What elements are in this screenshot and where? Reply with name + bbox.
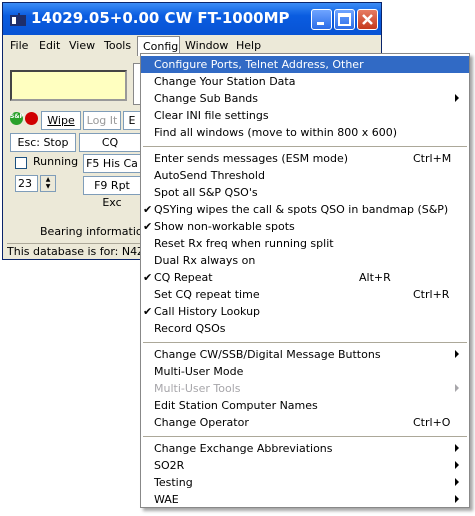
edit-button[interactable]: E bbox=[123, 111, 141, 130]
menu-item-change-message-buttons[interactable]: Change CW/SSB/Digital Message Buttons bbox=[141, 346, 469, 363]
f9-rpt-exch-button[interactable]: F9 Rpt Exc bbox=[83, 176, 141, 209]
maximize-button[interactable] bbox=[334, 9, 355, 30]
menu-item-clear-ini[interactable]: Clear INI file settings bbox=[141, 107, 469, 124]
f5-his-call-button[interactable]: F5 His Ca bbox=[83, 154, 141, 173]
menu-item-show-nonworkable[interactable]: ✔ Show non-workable spots bbox=[141, 218, 469, 235]
menu-item-multi-user-tools: Multi-User Tools bbox=[141, 380, 469, 397]
menu-item-record-qsos[interactable]: Record QSOs bbox=[141, 320, 469, 337]
checkmark-icon: ✔ bbox=[143, 203, 153, 216]
menu-item-wae[interactable]: WAE bbox=[141, 491, 469, 508]
menu-item-testing[interactable]: Testing bbox=[141, 474, 469, 491]
menu-item-qsying-wipes[interactable]: ✔ QSYing wipes the call & spots QSO in ba… bbox=[141, 201, 469, 218]
menu-separator bbox=[143, 146, 467, 147]
menu-item-cq-repeat[interactable]: ✔ CQ Repeat Alt+R bbox=[141, 269, 469, 286]
checkmark-icon: ✔ bbox=[143, 220, 153, 233]
status-bar: This database is for: N4ZF bbox=[7, 243, 142, 258]
run-indicator[interactable] bbox=[25, 112, 38, 125]
sp-indicator[interactable]: S&P bbox=[10, 112, 24, 125]
menu-item-change-exchange-abbr[interactable]: Change Exchange Abbreviations bbox=[141, 440, 469, 457]
menu-item-change-station-data[interactable]: Change Your Station Data bbox=[141, 73, 469, 90]
menu-item-so2r[interactable]: SO2R bbox=[141, 457, 469, 474]
submenu-arrow-icon bbox=[455, 444, 459, 452]
log-it-button[interactable]: Log It bbox=[83, 111, 121, 130]
checkmark-icon: ✔ bbox=[143, 305, 153, 318]
submenu-arrow-icon bbox=[455, 384, 459, 392]
sp-label: S&P bbox=[10, 113, 24, 120]
menu-item-spot-all-sp[interactable]: Spot all S&P QSO's bbox=[141, 184, 469, 201]
menu-item-change-sub-bands[interactable]: Change Sub Bands bbox=[141, 90, 469, 107]
close-button[interactable] bbox=[357, 9, 378, 30]
close-icon bbox=[362, 14, 373, 25]
submenu-arrow-icon bbox=[455, 94, 459, 102]
menu-edit[interactable]: Edit bbox=[34, 36, 65, 56]
window-title: 14029.05+0.00 CW FT-1000MP bbox=[31, 9, 290, 27]
minimize-button[interactable] bbox=[311, 9, 332, 30]
menu-item-reset-rx-freq[interactable]: Reset Rx freq when running split bbox=[141, 235, 469, 252]
submenu-arrow-icon bbox=[455, 461, 459, 469]
menu-separator bbox=[143, 436, 467, 437]
menu-item-edit-station-names[interactable]: Edit Station Computer Names bbox=[141, 397, 469, 414]
maximize-icon bbox=[338, 13, 351, 26]
callsign-input[interactable] bbox=[10, 70, 127, 101]
submenu-arrow-icon bbox=[455, 478, 459, 486]
menu-item-dual-rx[interactable]: Dual Rx always on bbox=[141, 252, 469, 269]
menu-item-configure-ports[interactable]: Configure Ports, Telnet Address, Other bbox=[141, 56, 469, 73]
esc-stop-button[interactable]: Esc: Stop bbox=[10, 133, 76, 152]
menu-item-set-cq-repeat-time[interactable]: Set CQ repeat time Ctrl+R bbox=[141, 286, 469, 303]
wipe-button[interactable]: Wipe bbox=[41, 111, 81, 130]
menu-item-autosend-threshold[interactable]: AutoSend Threshold bbox=[141, 167, 469, 184]
menu-file[interactable]: File bbox=[5, 36, 33, 56]
config-dropdown-menu: Configure Ports, Telnet Address, Other C… bbox=[140, 53, 470, 508]
menu-tools[interactable]: Tools bbox=[99, 36, 136, 56]
menu-item-find-windows[interactable]: Find all windows (move to within 800 x 6… bbox=[141, 124, 469, 141]
submenu-arrow-icon bbox=[455, 495, 459, 503]
cq-button[interactable]: CQ bbox=[79, 133, 141, 152]
app-icon bbox=[10, 13, 26, 26]
title-bar[interactable]: 14029.05+0.00 CW FT-1000MP bbox=[3, 3, 381, 35]
menu-item-esm-mode[interactable]: Enter sends messages (ESM mode) Ctrl+M bbox=[141, 150, 469, 167]
minimize-icon bbox=[317, 22, 324, 25]
cq-repeat-spinner[interactable]: 23 bbox=[15, 175, 38, 192]
submenu-arrow-icon bbox=[455, 350, 459, 358]
checkmark-icon: ✔ bbox=[143, 271, 153, 284]
menu-item-multi-user-mode[interactable]: Multi-User Mode bbox=[141, 363, 469, 380]
menu-separator bbox=[143, 342, 467, 343]
spinner-arrows[interactable]: ▲ ▼ bbox=[40, 175, 56, 192]
menu-view[interactable]: View bbox=[64, 36, 100, 56]
menu-item-call-history[interactable]: ✔ Call History Lookup bbox=[141, 303, 469, 320]
menu-item-change-operator[interactable]: Change Operator Ctrl+O bbox=[141, 414, 469, 431]
running-checkbox[interactable] bbox=[15, 157, 27, 169]
running-label: Running bbox=[33, 155, 79, 168]
